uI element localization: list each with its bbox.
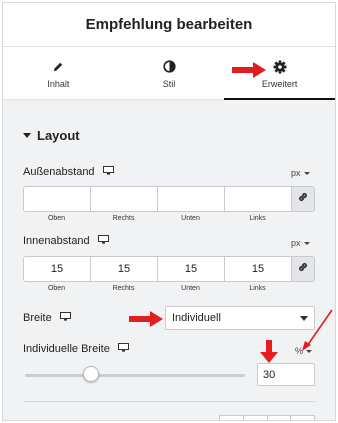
margin-left-input[interactable]: [224, 186, 291, 212]
side-label: Links: [249, 285, 266, 292]
gear-icon: [273, 59, 287, 75]
margin-label: Außenabstand: [23, 166, 95, 178]
padding-inputs: 15 15 15 15: [23, 256, 315, 282]
margin-unit-select[interactable]: px: [291, 168, 310, 178]
padding-unit-select[interactable]: px: [291, 238, 310, 248]
custom-width-slider-track[interactable]: [25, 374, 245, 377]
tab-bar: Inhalt Stil Erweitert: [3, 48, 335, 100]
custom-width-label: Individuelle Breite: [23, 343, 110, 355]
tab-stil[interactable]: Stil: [114, 48, 225, 99]
padding-top-input[interactable]: 15: [23, 256, 90, 282]
monitor-icon[interactable]: [59, 312, 71, 324]
tab-erweitert[interactable]: Erweitert: [224, 48, 335, 100]
custom-width-unit-select[interactable]: %: [295, 346, 313, 356]
tab-inhalt-label: Inhalt: [47, 78, 70, 89]
tab-stil-label: Stil: [162, 78, 176, 89]
width-select-value: Individuell: [172, 312, 221, 324]
monitor-icon[interactable]: [117, 343, 129, 355]
custom-width-unit-label: %: [295, 346, 304, 356]
side-label: Oben: [47, 215, 66, 222]
padding-left-input[interactable]: 15: [224, 256, 291, 282]
contrast-icon: [162, 59, 176, 75]
monitor-icon[interactable]: [97, 235, 109, 247]
padding-side-labels: Oben Rechts Unten Links: [23, 285, 291, 292]
margin-link-button[interactable]: [291, 186, 315, 212]
panel-title: Empfehlung bearbeiten: [85, 16, 253, 33]
margin-bottom-input[interactable]: [157, 186, 224, 212]
custom-width-control-label: Individuelle Breite: [23, 343, 129, 355]
side-label: Unten: [181, 285, 200, 292]
padding-unit-label: px: [291, 238, 301, 248]
margin-inputs: [23, 186, 315, 212]
section-divider: [23, 401, 315, 402]
margin-control-label: Außenabstand: [23, 166, 114, 178]
margin-side-labels: Oben Rechts Unten Links: [23, 215, 291, 222]
monitor-icon[interactable]: [102, 166, 114, 178]
side-label: Rechts: [112, 285, 135, 292]
chevron-down-icon: [306, 349, 313, 353]
link-icon: [297, 190, 309, 208]
chevron-down-icon: [303, 241, 310, 245]
margin-unit-label: px: [291, 168, 301, 178]
pencil-icon: [52, 59, 64, 75]
side-label: Oben: [47, 285, 66, 292]
padding-right-input[interactable]: 15: [90, 256, 157, 282]
custom-width-input[interactable]: 30: [257, 363, 315, 386]
section-title: Layout: [37, 128, 80, 143]
next-control-partial: [219, 415, 315, 420]
padding-bottom-input[interactable]: 15: [157, 256, 224, 282]
caret-down-icon: [23, 133, 31, 138]
editor-panel: Empfehlung bearbeiten Inhalt Stil Erweit…: [2, 2, 336, 421]
layout-section-toggle[interactable]: Layout: [23, 128, 80, 143]
margin-right-input[interactable]: [90, 186, 157, 212]
padding-label: Innenabstand: [23, 235, 90, 247]
margin-top-input[interactable]: [23, 186, 90, 212]
width-select[interactable]: Individuell: [165, 306, 315, 330]
link-icon: [297, 260, 309, 278]
chevron-down-icon: [300, 316, 308, 321]
tab-inhalt[interactable]: Inhalt: [3, 48, 114, 99]
chevron-down-icon: [303, 171, 310, 175]
side-label: Unten: [181, 215, 200, 222]
side-label: Rechts: [112, 215, 135, 222]
width-control-label: Breite: [23, 312, 71, 324]
padding-control-label: Innenabstand: [23, 235, 109, 247]
tab-erweitert-label: Erweitert: [261, 78, 298, 89]
padding-link-button[interactable]: [291, 256, 315, 282]
side-label: Links: [249, 215, 266, 222]
panel-header: Empfehlung bearbeiten: [3, 3, 335, 47]
advanced-settings-panel: Layout Außenabstand px Oben Rechts Unten…: [3, 100, 335, 420]
custom-width-slider-handle[interactable]: [83, 366, 99, 382]
width-label: Breite: [23, 312, 52, 324]
